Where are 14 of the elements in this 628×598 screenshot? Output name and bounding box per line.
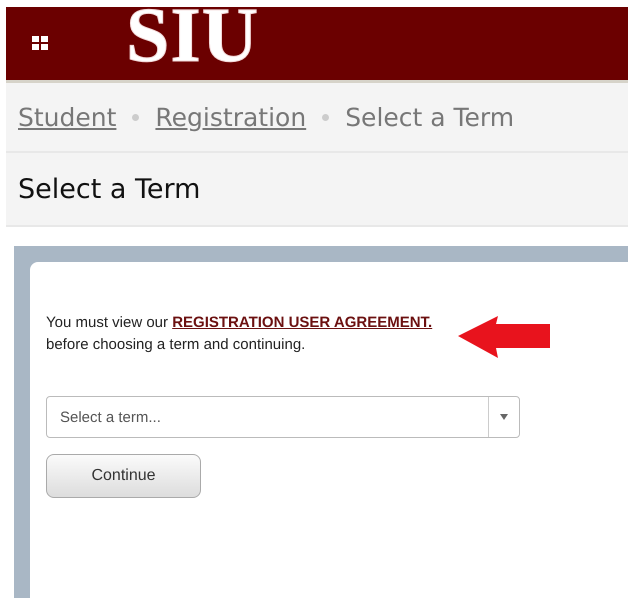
notice-text: You must view our REGISTRATION USER AGREEMENT. before choosing a term and continuing. bbox=[46, 313, 434, 355]
caret-icon bbox=[500, 414, 508, 420]
logo[interactable]: SIU bbox=[126, 7, 260, 74]
page-title: Select a Term bbox=[18, 174, 200, 204]
breadcrumb-link[interactable]: Student bbox=[18, 102, 116, 132]
separator-dot bbox=[132, 114, 140, 120]
breadcrumb-current: Select a Term bbox=[345, 102, 514, 132]
agreement-link[interactable]: REGISTRATION USER AGREEMENT. bbox=[172, 314, 432, 331]
separator-dot bbox=[322, 114, 330, 120]
arrow-icon bbox=[458, 316, 550, 358]
continue-button[interactable]: Continue bbox=[46, 454, 201, 498]
menu-icon[interactable] bbox=[32, 36, 50, 52]
term-dropdown[interactable]: Select a term... bbox=[46, 396, 520, 438]
breadcrumb-link[interactable]: Registration bbox=[155, 102, 306, 132]
